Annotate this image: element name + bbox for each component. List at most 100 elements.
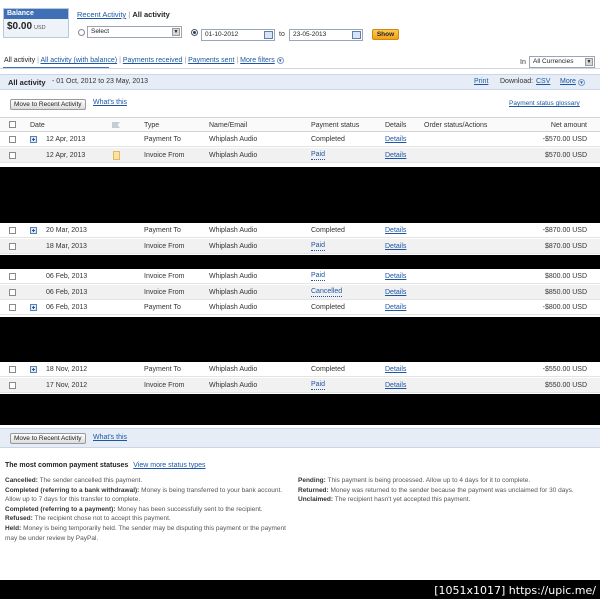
row-type: Payment To <box>144 366 181 373</box>
row-details-link[interactable]: Details <box>385 148 406 163</box>
chevron-down-icon[interactable]: ▼ <box>578 79 585 86</box>
row-details-link[interactable]: Details <box>385 300 406 315</box>
col-type[interactable]: Type <box>144 118 159 133</box>
view-more-status-link[interactable]: View more status types <box>133 462 205 469</box>
row-details-link[interactable]: Details <box>385 285 406 300</box>
row-checkbox[interactable] <box>9 288 16 296</box>
row-name: Whiplash Audio <box>209 273 258 280</box>
expand-plus-icon[interactable] <box>30 304 37 311</box>
payment-status: Completed <box>311 366 345 373</box>
col-name[interactable]: Name/Email <box>209 118 247 133</box>
col-date[interactable]: Date <box>30 118 45 133</box>
row-details-link[interactable]: Details <box>385 362 406 377</box>
status-term: Completed (referring to a bank withdrawa… <box>5 486 140 494</box>
row-name: Whiplash Audio <box>209 242 258 250</box>
move-to-recent-button-bottom[interactable]: Move to Recent Activity <box>10 433 86 444</box>
whats-this-link-bottom[interactable]: What's this <box>93 434 127 441</box>
status-definition: Pending: This payment is being processed… <box>298 476 588 486</box>
row-name: Whiplash Audio <box>209 304 258 311</box>
date-range-label: - 01 Oct, 2012 to 23 May, 2013 <box>52 78 148 85</box>
col-status[interactable]: Payment status <box>311 118 359 133</box>
select-all-checkbox[interactable] <box>9 121 16 128</box>
row-checkbox[interactable] <box>9 242 16 250</box>
payment-status: Completed <box>311 227 345 234</box>
payment-status[interactable]: Cancelled <box>311 288 343 297</box>
move-to-recent-button[interactable]: Move to Recent Activity <box>10 99 86 110</box>
table-row: 20 Mar, 2013 Payment To Whiplash Audio Comp… <box>0 223 600 238</box>
print-link[interactable]: Print <box>474 78 488 85</box>
row-checkbox[interactable] <box>9 381 16 389</box>
col-amount[interactable]: Net amount <box>551 118 587 133</box>
status-term: Completed (referring to a payment): <box>5 505 116 513</box>
status-text: The sender cancelled this payment. <box>39 477 143 484</box>
row-details-link[interactable]: Details <box>385 132 406 147</box>
payment-status[interactable]: Paid <box>311 381 326 390</box>
row-checkbox[interactable] <box>9 227 16 234</box>
all-activity-label: All activity <box>132 10 170 19</box>
row-date: 06 Feb, 2013 <box>46 304 88 311</box>
status-term: Unclaimed: <box>298 496 334 504</box>
table-row: 18 Mar, 2013 Invoice From Whiplash Audio Pa… <box>0 238 600 254</box>
activity-group-2: 20 Mar, 2013 Payment To Whiplash Audio Comp… <box>0 223 600 255</box>
expand-plus-icon[interactable] <box>30 227 37 234</box>
row-amount: $800.00 USD <box>544 273 587 280</box>
radio-select[interactable] <box>78 29 85 36</box>
table-row: 06 Feb, 2013 Invoice From Whiplash Audio Pa… <box>0 269 600 284</box>
row-details-link[interactable]: Details <box>385 269 406 284</box>
row-checkbox[interactable] <box>9 136 16 143</box>
table-row: 06 Feb, 2013 Invoice From Whiplash Audio Ca… <box>0 284 600 300</box>
recent-activity-link[interactable]: Recent Activity <box>77 10 126 19</box>
status-definition: Unclaimed: The recipient hasn't yet acce… <box>298 495 588 505</box>
radio-date-range[interactable] <box>191 29 198 36</box>
more-link[interactable]: More <box>560 78 576 85</box>
row-details-link[interactable]: Details <box>385 239 406 254</box>
calendar-icon[interactable] <box>264 31 273 39</box>
payment-status[interactable]: Paid <box>311 272 326 281</box>
payment-status: Completed <box>311 136 345 143</box>
activity-group-4: 18 Nov, 2012 Payment To Whiplash Audio Comp… <box>0 362 600 394</box>
payment-status[interactable]: Paid <box>311 242 326 251</box>
more-filters-link[interactable]: More filters <box>240 57 275 64</box>
row-type: Payment To <box>144 136 181 143</box>
row-details-link[interactable]: Details <box>385 378 406 393</box>
tab-payments-received[interactable]: Payments received <box>123 57 183 64</box>
from-date-input[interactable]: 01-10-2012 <box>201 29 275 41</box>
row-date: 12 Apr, 2013 <box>46 151 86 159</box>
currency-select[interactable]: All Currencies ▼ <box>529 56 595 68</box>
status-text: Money was returned to the sender because… <box>330 486 574 494</box>
row-date: 06 Feb, 2013 <box>46 273 88 280</box>
expand-plus-icon[interactable] <box>30 366 37 373</box>
calendar-icon[interactable] <box>352 31 361 39</box>
row-date: 12 Apr, 2013 <box>46 136 86 143</box>
activity-title-bar: All activity - 01 Oct, 2012 to 23 May, 2… <box>0 74 600 90</box>
row-details-link[interactable]: Details <box>385 223 406 238</box>
row-checkbox[interactable] <box>9 151 16 159</box>
tab-all-activity-balance[interactable]: All activity (with balance) <box>40 57 117 64</box>
to-date-input[interactable]: 23-05-2013 <box>289 29 363 41</box>
payment-status: Completed <box>311 304 345 311</box>
status-definition: Completed (referring to a payment): Mone… <box>5 505 288 515</box>
table-row: 06 Feb, 2013 Payment To Whiplash Audio Comp… <box>0 300 600 315</box>
row-amount: -$800.00 USD <box>542 304 587 311</box>
csv-link[interactable]: CSV <box>536 78 550 85</box>
payment-status[interactable]: Paid <box>311 151 326 160</box>
show-button[interactable]: Show <box>372 29 399 40</box>
page-title: All activity <box>8 78 46 87</box>
table-row: 12 Apr, 2013 Invoice From Whiplash Audio Pa… <box>0 147 600 163</box>
row-date: 18 Nov, 2012 <box>46 366 88 373</box>
row-checkbox[interactable] <box>9 366 16 373</box>
status-definition: Refused: The recipient chose not to acce… <box>5 514 288 524</box>
activity-panel: Balance $0.00 USD Recent Activity | All … <box>0 0 600 167</box>
chevron-down-icon[interactable]: ▼ <box>276 57 284 64</box>
row-name: Whiplash Audio <box>209 136 258 143</box>
whats-this-link[interactable]: What's this <box>93 99 127 106</box>
status-term: Returned: <box>298 486 329 494</box>
type-select[interactable]: Select ▼ <box>87 26 182 38</box>
row-checkbox[interactable] <box>9 273 16 280</box>
tab-all-activity[interactable]: All activity <box>4 57 35 64</box>
tab-payments-sent[interactable]: Payments sent <box>188 57 234 64</box>
payment-status-glossary-link[interactable]: Payment status glossary <box>509 100 580 107</box>
row-checkbox[interactable] <box>9 304 16 311</box>
expand-plus-icon[interactable] <box>30 136 37 143</box>
status-list-right: Pending: This payment is being processed… <box>298 476 588 505</box>
